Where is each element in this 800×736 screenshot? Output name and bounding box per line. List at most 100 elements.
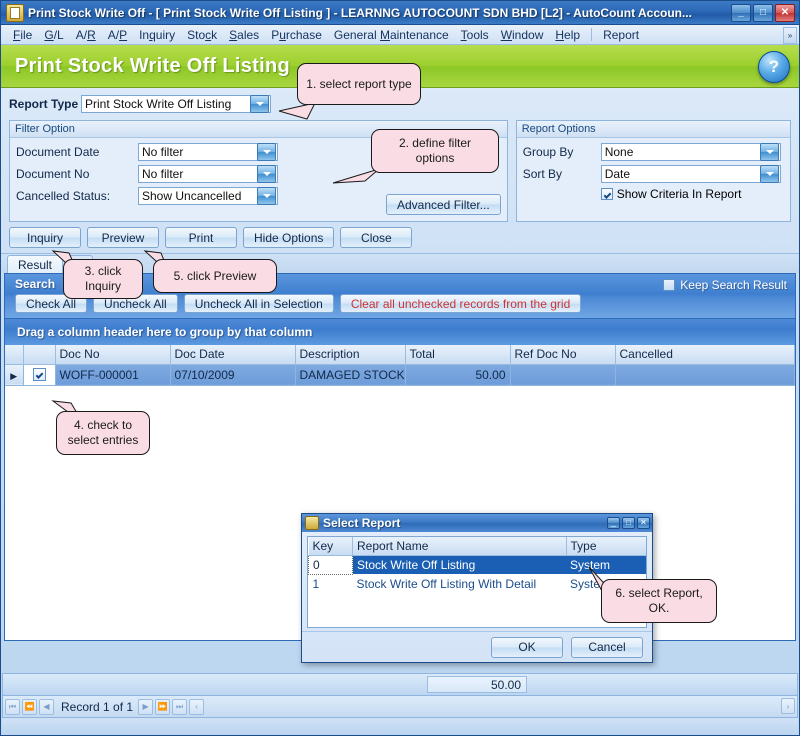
dialog-minimize-button[interactable]: _ — [607, 517, 620, 529]
record-count-label: Record 1 of 1 — [61, 699, 134, 714]
sort-by-label: Sort By — [522, 167, 563, 181]
report-header-name[interactable]: Report Name — [352, 537, 567, 556]
chevron-down-icon[interactable] — [250, 95, 269, 113]
chevron-down-icon[interactable] — [759, 143, 779, 161]
report-type-value: Print Stock Write Off Listing — [85, 97, 232, 111]
report-row-sort-by: Sort By Date — [523, 165, 784, 183]
sort-by-value: Date — [604, 167, 631, 181]
keep-search-result-row[interactable]: Keep Search Result — [663, 278, 787, 292]
grid-header-total[interactable]: Total — [405, 345, 511, 365]
dialog-cancel-button[interactable]: Cancel — [571, 636, 643, 658]
sort-by-combo[interactable]: Date — [600, 165, 781, 183]
nav-last-icon[interactable]: ⏭ — [172, 698, 188, 715]
clear-unchecked-records-button[interactable]: Clear all unchecked records from the gri… — [339, 294, 582, 313]
show-criteria-checkbox[interactable] — [600, 188, 613, 200]
help-icon[interactable]: ? — [758, 51, 790, 83]
advanced-filter-button[interactable]: Advanced Filter... — [385, 194, 501, 215]
hide-options-button[interactable]: Hide Options — [243, 227, 335, 248]
menu-item-ar[interactable]: A/R — [70, 26, 102, 44]
print-button[interactable]: Print — [165, 227, 237, 248]
document-date-value: No filter — [142, 145, 184, 159]
menu-item-inquiry[interactable]: Inquiry — [133, 26, 181, 44]
nav-scroll-right-icon[interactable]: › — [781, 698, 795, 714]
grid-header-doc-date[interactable]: Doc Date — [170, 345, 296, 365]
report-name-1: Stock Write Off Listing With Detail — [356, 576, 537, 591]
action-button-row: Inquiry Preview Print Hide Options Close — [9, 227, 791, 248]
report-header-key[interactable]: Key — [308, 537, 353, 556]
total-value: 50.00 — [427, 676, 527, 693]
footer-area: 50.00 ⏮ ⏪ ◀ Record 1 of 1 ▶ ⏩ ⏭ ‹ › — [2, 673, 798, 734]
cancelled-status-combo[interactable]: Show Uncancelled — [138, 187, 278, 205]
dialog-maximize-button[interactable]: □ — [622, 517, 635, 529]
nav-collapse-icon[interactable]: ‹ — [189, 698, 205, 715]
close-button[interactable]: ✕ — [775, 3, 795, 22]
show-criteria-label: Show Criteria In Report — [616, 187, 742, 201]
dialog-ok-button[interactable]: OK — [491, 636, 563, 658]
grid-header-description[interactable]: Description — [295, 345, 406, 365]
grid-header-cancelled[interactable]: Cancelled — [615, 345, 795, 365]
nav-prev-page-icon[interactable]: ⏪ — [22, 698, 37, 715]
cell-ref-doc-no — [510, 364, 616, 386]
nav-next-page-icon[interactable]: ⏩ — [155, 698, 171, 715]
document-no-value: No filter — [142, 167, 184, 181]
report-row-group-by: Group By None — [523, 143, 784, 161]
cell-doc-date: 07/10/2009 — [170, 364, 296, 386]
dialog-title-bar: Select Report _ □ ✕ — [302, 514, 652, 532]
minimize-button[interactable]: _ — [731, 3, 751, 22]
chevron-down-icon[interactable] — [257, 187, 276, 205]
report-header-type[interactable]: Type — [566, 537, 646, 556]
row-select-checkbox[interactable] — [32, 368, 46, 381]
group-by-drop-area[interactable]: Drag a column header here to group by th… — [4, 319, 796, 345]
chevron-down-icon[interactable] — [257, 165, 276, 183]
menu-item-file[interactable]: File — [7, 26, 38, 44]
inquiry-button[interactable]: Inquiry — [9, 227, 81, 248]
callout-5: 5. click Preview — [153, 259, 277, 293]
dialog-title: Select Report — [323, 516, 401, 530]
show-criteria-row[interactable]: Show Criteria In Report — [523, 187, 784, 201]
chevron-down-icon[interactable] — [257, 143, 276, 161]
menu-bar: File G/L A/R A/P Inquiry Stock Sales Pur… — [1, 25, 799, 45]
grid-header-check — [23, 345, 56, 365]
menu-item-report[interactable]: Report — [597, 26, 645, 44]
cancelled-status-value: Show Uncancelled — [142, 189, 242, 203]
menu-separator — [591, 28, 593, 41]
report-name-0: Stock Write Off Listing — [352, 555, 566, 574]
menu-item-tools[interactable]: Tools — [455, 26, 495, 44]
close-button-action[interactable]: Close — [340, 227, 413, 248]
menu-item-help[interactable]: Help — [549, 26, 586, 44]
grid-header-row: Doc No Doc Date Description Total Ref Do… — [5, 345, 795, 365]
chevron-down-icon[interactable] — [759, 165, 779, 183]
group-by-value: None — [604, 145, 634, 159]
total-bar: 50.00 — [2, 673, 798, 696]
nav-next-icon[interactable]: ▶ — [138, 698, 154, 715]
keep-search-result-checkbox[interactable] — [663, 279, 676, 291]
dialog-close-button[interactable]: ✕ — [637, 517, 650, 529]
nav-prev-icon[interactable]: ◀ — [39, 698, 54, 715]
maximize-button[interactable]: □ — [753, 3, 773, 22]
title-bar: Print Stock Write Off - [ Print Stock Wr… — [1, 1, 799, 25]
menu-item-ap[interactable]: A/P — [102, 26, 133, 44]
uncheck-all-in-selection-button[interactable]: Uncheck All in Selection — [183, 294, 334, 313]
report-options-group: Report Options Group By None Sort By Dat… — [515, 120, 791, 222]
group-by-label: Group By — [522, 145, 574, 159]
record-navigator: ⏮ ⏪ ◀ Record 1 of 1 ▶ ⏩ ⏭ ‹ › — [2, 696, 798, 718]
chevron-down-icon[interactable]: » — [783, 27, 797, 44]
document-no-combo[interactable]: No filter — [138, 165, 278, 183]
group-by-combo[interactable]: None — [600, 143, 781, 161]
menu-item-purchase[interactable]: Purchase — [265, 26, 328, 44]
grid-header-doc-no[interactable]: Doc No — [55, 345, 171, 365]
menu-item-window[interactable]: Window — [495, 26, 550, 44]
report-type-combo[interactable]: Print Stock Write Off Listing — [81, 95, 271, 113]
document-date-combo[interactable]: No filter — [138, 143, 278, 161]
cell-doc-no: WOFF-000001 — [55, 364, 171, 386]
menu-item-general-maintenance[interactable]: General Maintenance — [328, 26, 455, 44]
callout-4: 4. check to select entries — [56, 411, 150, 455]
preview-button[interactable]: Preview — [87, 227, 159, 248]
table-row[interactable]: ▶ WOFF-000001 07/10/2009 DAMAGED STOCK 5… — [5, 364, 795, 386]
nav-first-icon[interactable]: ⏮ — [5, 698, 20, 715]
row-indicator-icon: ▶ — [10, 370, 18, 381]
grid-header-ref-doc-no[interactable]: Ref Doc No — [510, 345, 616, 365]
menu-item-gl[interactable]: G/L — [38, 26, 69, 44]
menu-item-stock[interactable]: Stock — [181, 26, 223, 44]
menu-item-sales[interactable]: Sales — [223, 26, 265, 44]
